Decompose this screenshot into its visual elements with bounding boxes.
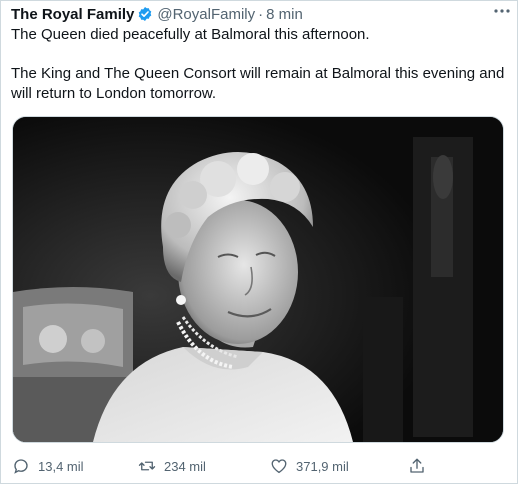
share-button[interactable] <box>407 456 427 476</box>
retweet-button[interactable]: 234 mil <box>137 456 206 476</box>
tweet-text-line-2: The King and The Queen Consort will rema… <box>11 65 505 102</box>
like-count: 371,9 mil <box>296 458 349 474</box>
reply-button[interactable]: 13,4 mil <box>11 456 84 476</box>
reply-icon <box>11 456 31 476</box>
retweet-icon <box>137 456 157 476</box>
share-icon <box>407 456 427 476</box>
tweet-text: The Queen died peacefully at Balmoral th… <box>11 25 509 104</box>
tweet-header: The Royal Family @RoyalFamily · 8 min <box>11 4 507 24</box>
tweet-photo[interactable] <box>12 116 504 443</box>
like-button[interactable]: 371,9 mil <box>269 456 349 476</box>
retweet-count: 234 mil <box>164 458 206 474</box>
more-horizontal-icon[interactable] <box>491 4 513 18</box>
tweet-timestamp[interactable]: 8 min <box>266 6 303 23</box>
tweet-text-line-1: The Queen died peacefully at Balmoral th… <box>11 26 370 43</box>
author-name[interactable]: The Royal Family <box>11 6 134 23</box>
tweet-actions: 13,4 mil 234 mil 371,9 mil <box>11 456 431 476</box>
heart-icon <box>269 456 289 476</box>
author-handle[interactable]: @RoyalFamily <box>157 6 255 23</box>
tweet-card: The Royal Family @RoyalFamily · 8 min Th… <box>0 0 518 484</box>
verified-badge-icon <box>137 6 153 22</box>
reply-count: 13,4 mil <box>38 458 84 474</box>
separator-dot: · <box>258 5 264 23</box>
